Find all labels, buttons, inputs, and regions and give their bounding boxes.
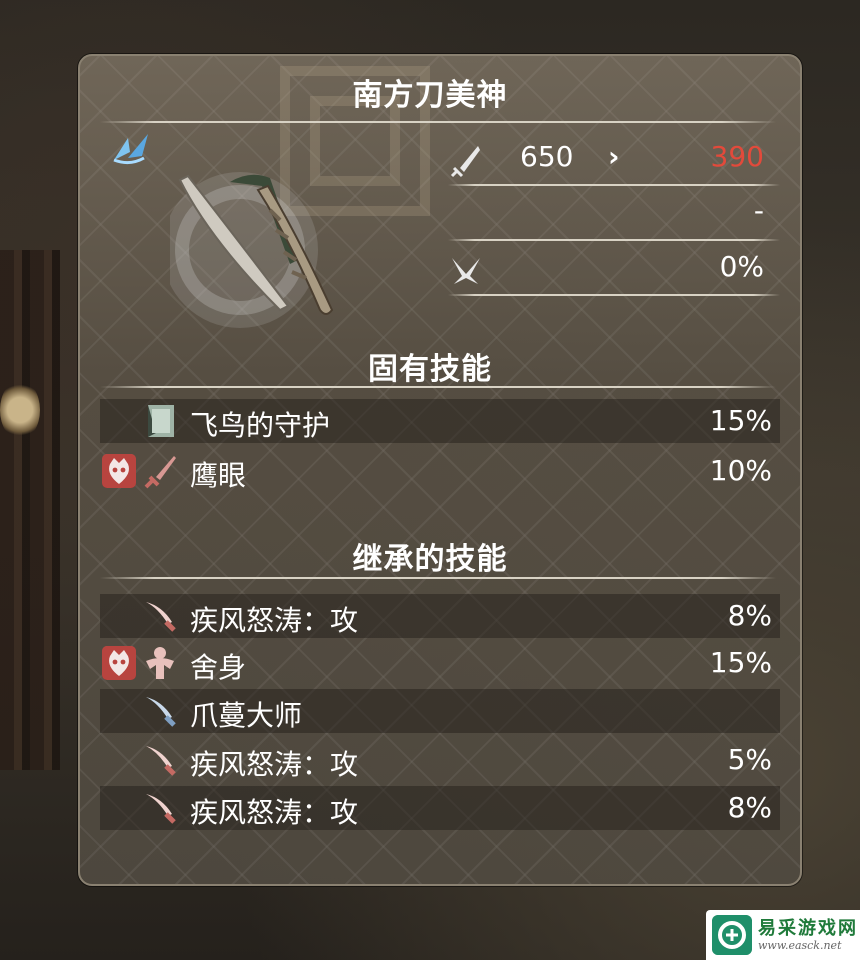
watermark-url: www.easck.net bbox=[758, 939, 842, 952]
skill-percent: 15% bbox=[709, 646, 772, 679]
inherited-skills-heading: 继承的技能 bbox=[352, 542, 508, 577]
inherited-skill-row[interactable]: 疾风怒涛：攻 5% bbox=[100, 738, 780, 782]
inherent-skills-heading: 固有技能 bbox=[368, 352, 492, 387]
inherent-divider bbox=[100, 386, 776, 388]
inherent-skill-row[interactable]: 飞鸟的守护 15% bbox=[100, 399, 780, 443]
skill-name: 舍身 bbox=[190, 651, 247, 684]
stat-divider-3 bbox=[448, 294, 780, 296]
site-logo-icon bbox=[712, 915, 752, 955]
oni-mask-icon bbox=[102, 454, 136, 488]
skill-name: 飞鸟的守护 bbox=[190, 409, 331, 442]
sword-icon bbox=[144, 456, 176, 489]
stat-divider-1 bbox=[448, 184, 780, 186]
background-ring bbox=[0, 380, 40, 440]
guard-banner-icon bbox=[148, 405, 174, 437]
stat-arrow: › bbox=[608, 140, 620, 173]
stat-divider-2 bbox=[448, 239, 780, 241]
inherent-skill-row[interactable]: 鹰眼 10% bbox=[100, 449, 780, 493]
skill-percent: 5% bbox=[727, 743, 772, 776]
skill-name: 鹰眼 bbox=[190, 459, 247, 492]
blade-wing-icon bbox=[113, 134, 148, 165]
watermark-text: 易采游戏网 bbox=[758, 918, 858, 939]
curved-blade-icon bbox=[146, 602, 176, 632]
attack-before: 650 bbox=[520, 140, 574, 173]
skill-percent: 15% bbox=[709, 404, 772, 437]
skill-percent: 10% bbox=[709, 454, 772, 487]
inherited-skill-row[interactable]: 疾风怒涛：攻 8% bbox=[100, 786, 780, 830]
attack-sword-icon bbox=[450, 146, 480, 178]
inherited-skill-row[interactable]: 疾风怒涛：攻 8% bbox=[100, 594, 780, 638]
skill-name: 疾风怒涛：攻 bbox=[190, 604, 359, 637]
curved-blade-icon bbox=[146, 794, 176, 824]
skill-name: 爪蔓大师 bbox=[190, 699, 303, 732]
oni-mask-icon bbox=[102, 646, 136, 680]
critical-value: 0% bbox=[719, 250, 764, 283]
stat-attack-row: 650 › 390 bbox=[448, 140, 780, 180]
skill-percent: 8% bbox=[727, 599, 772, 632]
background-pillar bbox=[0, 250, 60, 770]
inherited-skill-row[interactable]: 爪蔓大师 bbox=[100, 689, 780, 733]
title-divider bbox=[100, 121, 776, 123]
skill-name: 疾风怒涛：攻 bbox=[190, 796, 359, 829]
attack-after: 390 bbox=[710, 140, 764, 173]
site-watermark: 易采游戏网 www.easck.net bbox=[706, 910, 860, 960]
inherited-divider bbox=[100, 577, 776, 579]
stat-element-row: - bbox=[448, 194, 780, 234]
element-value: - bbox=[753, 194, 764, 227]
skill-name: 疾风怒涛：攻 bbox=[190, 748, 359, 781]
critical-icon bbox=[452, 258, 480, 284]
stat-critical-row: 0% bbox=[448, 250, 780, 290]
skill-percent: 8% bbox=[727, 791, 772, 824]
curved-blade-icon bbox=[146, 746, 176, 776]
weapon-name: 南方刀美神 bbox=[352, 78, 508, 113]
weapon-image bbox=[170, 172, 334, 328]
muscle-torso-icon bbox=[146, 647, 174, 679]
inherited-skill-row[interactable]: 舍身 15% bbox=[100, 641, 780, 685]
claw-blade-icon bbox=[146, 697, 176, 727]
